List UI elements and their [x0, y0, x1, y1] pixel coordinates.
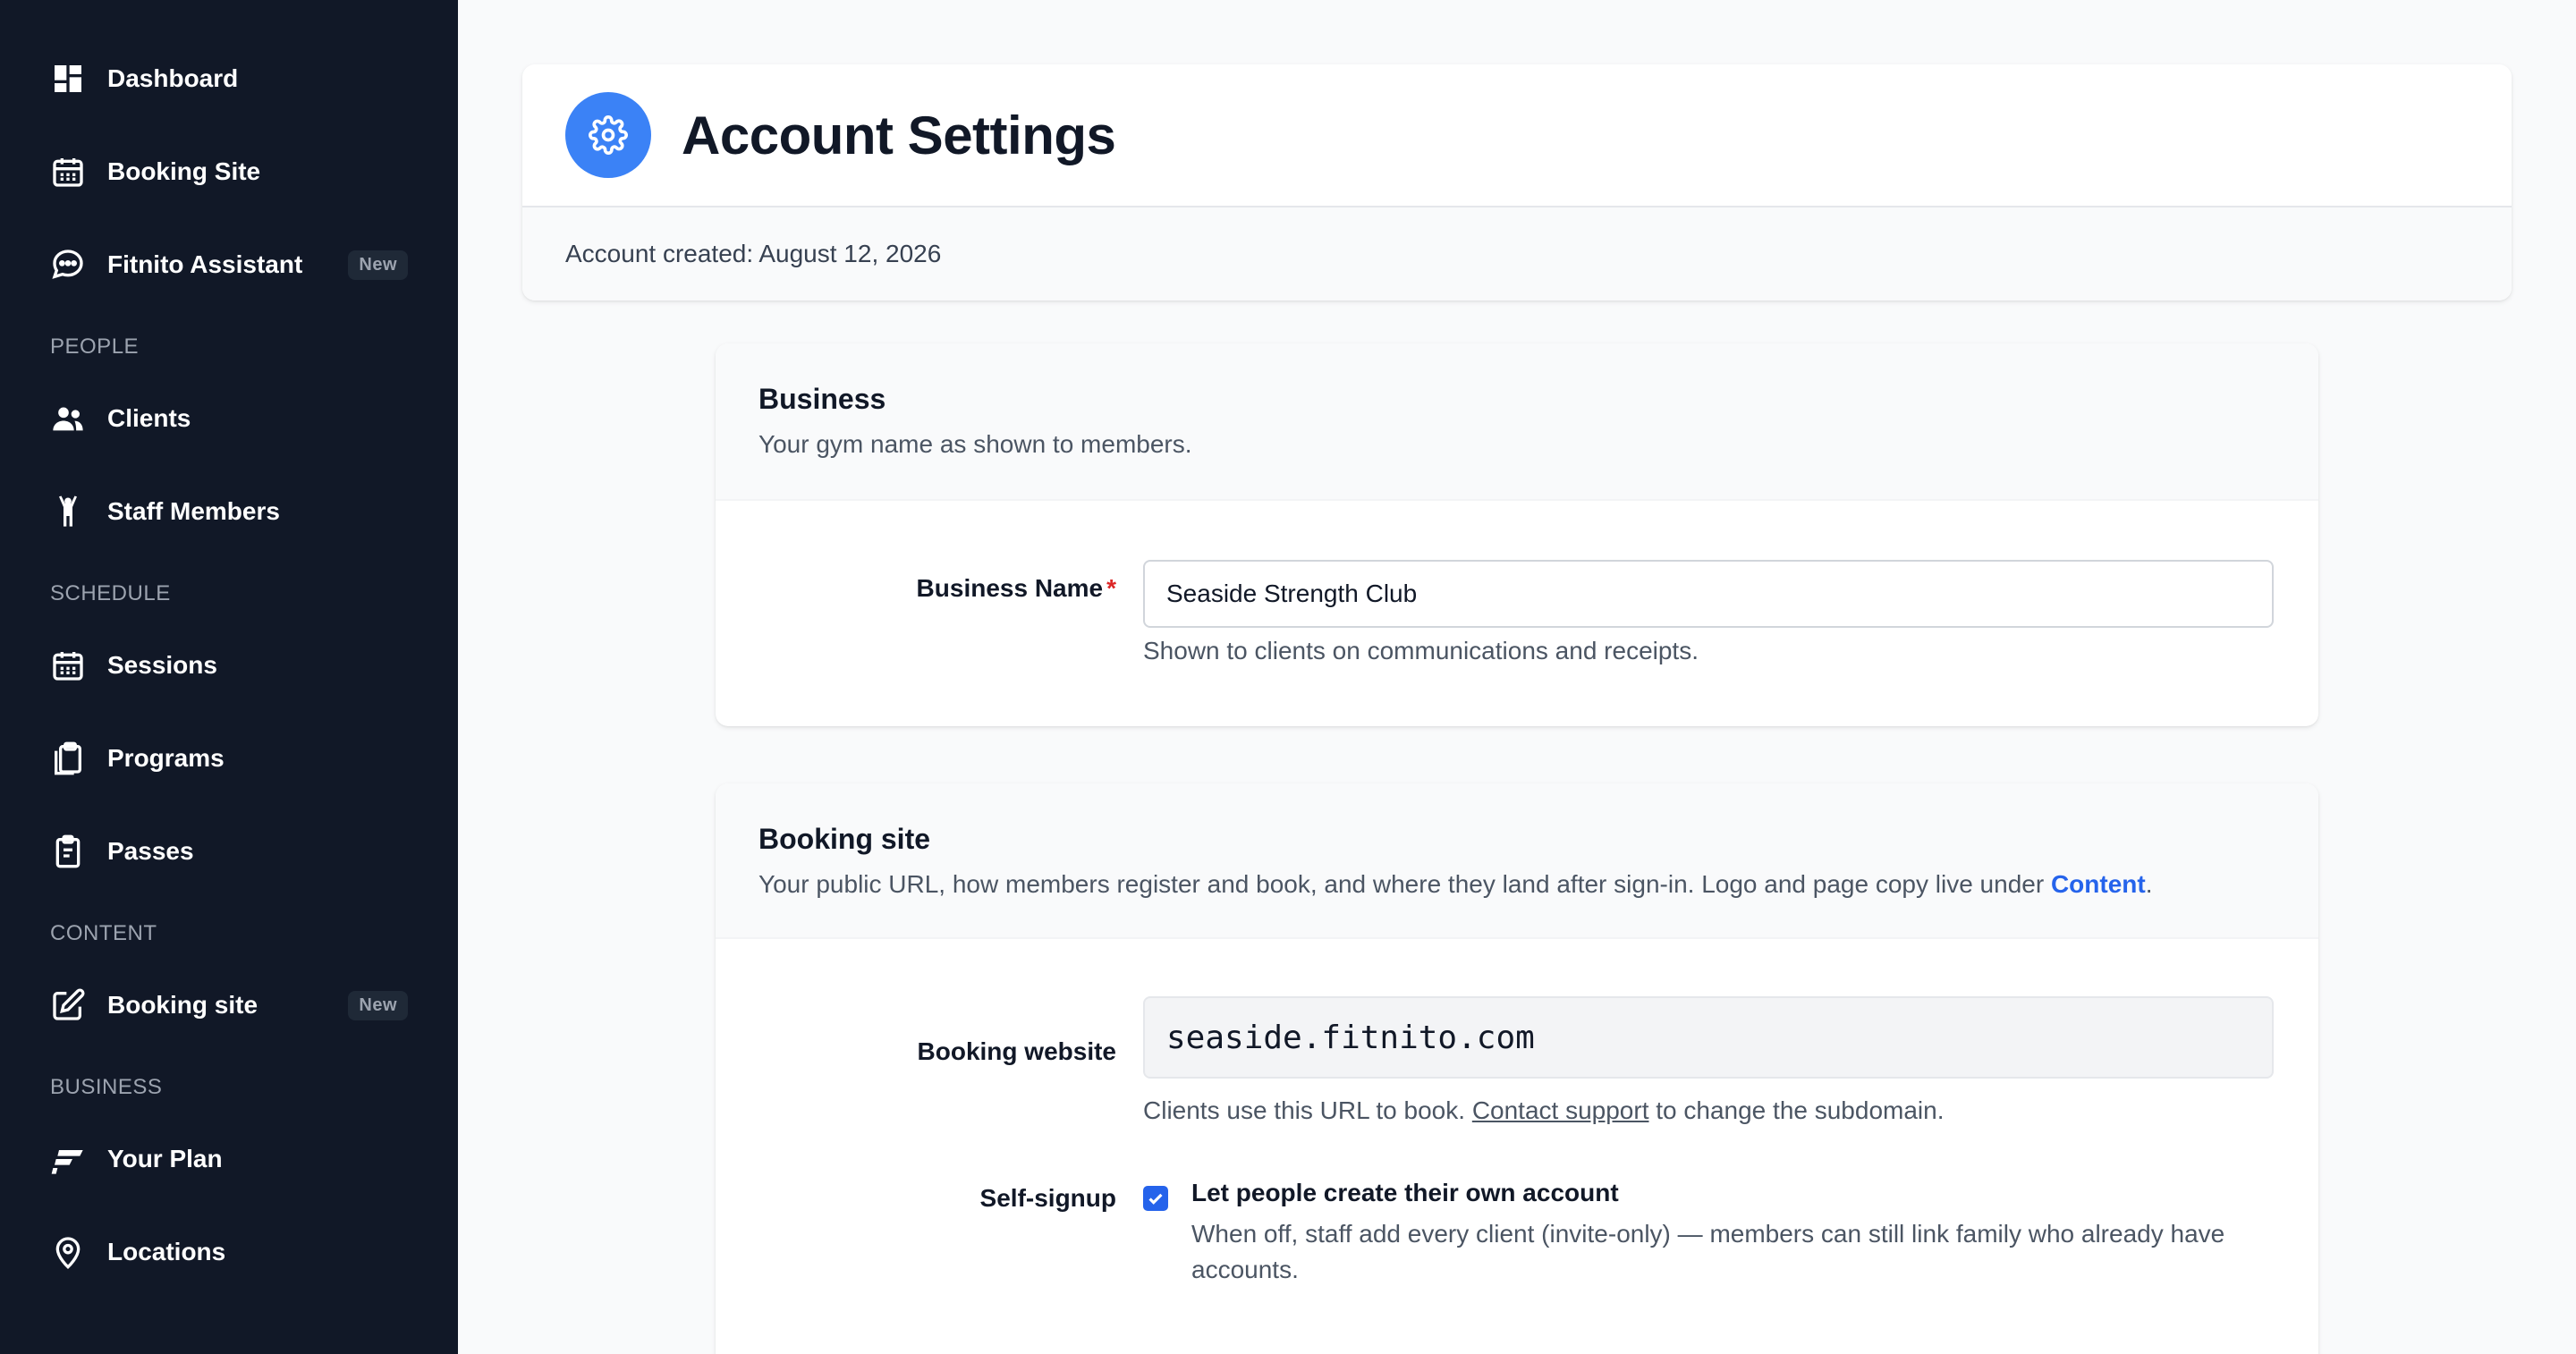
contact-support-link[interactable]: Contact support	[1472, 1096, 1649, 1124]
sidebar: Dashboard Booking Site Fitnito Assistant…	[0, 0, 458, 1354]
required-mark: *	[1106, 574, 1116, 602]
calendar-icon	[50, 154, 86, 190]
sidebar-section-content: CONTENT	[50, 921, 157, 945]
sidebar-item-label: Dashboard	[107, 64, 239, 92]
business-name-input[interactable]	[1143, 560, 2274, 628]
main-content: Account Settings Account created: August…	[458, 0, 2576, 1354]
booking-website-label: Booking website	[917, 1037, 1116, 1065]
sidebar-item-label: Passes	[107, 837, 194, 865]
person-arms-up-icon	[50, 494, 86, 529]
booking-site-section: Booking site Your public URL, how member…	[716, 783, 2318, 1354]
self-signup-help: When off, staff add every client (invite…	[1191, 1220, 2225, 1283]
new-badge: New	[348, 250, 408, 280]
sidebar-section-schedule: SCHEDULE	[50, 581, 171, 605]
booking-website-help: Clients use this URL to book. Contact su…	[1143, 1096, 1945, 1124]
section-description: Your public URL, how members register an…	[758, 870, 2153, 898]
users-icon	[50, 401, 86, 436]
sidebar-item-your-plan[interactable]: Your Plan	[0, 1113, 458, 1206]
sidebar-item-booking-site[interactable]: Booking Site	[0, 125, 458, 218]
sidebar-item-label: Sessions	[107, 651, 217, 679]
sidebar-item-passes[interactable]: Passes	[0, 805, 458, 898]
sidebar-item-dashboard[interactable]: Dashboard	[0, 32, 458, 125]
sidebar-item-label: Booking Site	[107, 157, 261, 185]
section-title: Booking site	[758, 823, 931, 855]
sidebar-item-booking-site-content[interactable]: Booking site New	[0, 959, 458, 1052]
booking-website-field: seaside.fitnito.com	[1143, 996, 2274, 1079]
sidebar-item-label: Programs	[107, 744, 225, 772]
gear-icon	[589, 115, 628, 155]
sidebar-item-programs[interactable]: Programs	[0, 712, 458, 805]
sidebar-item-label: Clients	[107, 404, 191, 432]
map-pin-icon	[50, 1234, 86, 1270]
business-name-label: Business Name *	[916, 574, 1116, 602]
business-name-help: Shown to clients on communications and r…	[1143, 637, 1699, 664]
dashboard-icon	[50, 61, 86, 97]
section-title: Business	[758, 383, 886, 415]
sidebar-item-locations[interactable]: Locations	[0, 1206, 458, 1299]
new-badge: New	[348, 990, 408, 1020]
sidebar-item-label: Staff Members	[107, 497, 280, 525]
sidebar-section-people: PEOPLE	[50, 334, 140, 359]
sidebar-item-label: Locations	[107, 1238, 226, 1265]
sidebar-item-label: Fitnito Assistant	[107, 250, 303, 278]
fitnito-logo-icon	[50, 1141, 86, 1177]
settings-badge	[565, 92, 651, 178]
business-section: Business Your gym name as shown to membe…	[716, 343, 2318, 726]
sidebar-item-sessions[interactable]: Sessions	[0, 619, 458, 712]
self-signup-label: Self-signup	[979, 1184, 1116, 1212]
sidebar-item-fitnito-assistant[interactable]: Fitnito Assistant New	[0, 218, 458, 311]
account-created-text: Account created: August 12, 2026	[522, 207, 2512, 300]
sidebar-item-label: Booking site	[107, 991, 258, 1019]
page-title: Account Settings	[682, 105, 1116, 165]
page-header-card: Account Settings Account created: August…	[522, 64, 2512, 300]
sidebar-item-clients[interactable]: Clients	[0, 372, 458, 465]
sidebar-item-staff-members[interactable]: Staff Members	[0, 465, 458, 558]
clipboard-list-icon	[50, 834, 86, 869]
sidebar-item-label: Your Plan	[107, 1145, 223, 1172]
self-signup-checkbox[interactable]	[1143, 1186, 1168, 1211]
calendar-icon	[50, 647, 86, 683]
checkmark-icon	[1148, 1193, 1163, 1205]
chat-bubble-icon	[50, 247, 86, 283]
section-description: Your gym name as shown to members.	[758, 430, 1192, 458]
content-link[interactable]: Content	[2051, 870, 2146, 898]
edit-icon	[50, 987, 86, 1023]
self-signup-option[interactable]: Let people create their own account	[1191, 1179, 1619, 1207]
sidebar-section-business: BUSINESS	[50, 1075, 163, 1099]
clipboard-copy-icon	[50, 740, 86, 776]
